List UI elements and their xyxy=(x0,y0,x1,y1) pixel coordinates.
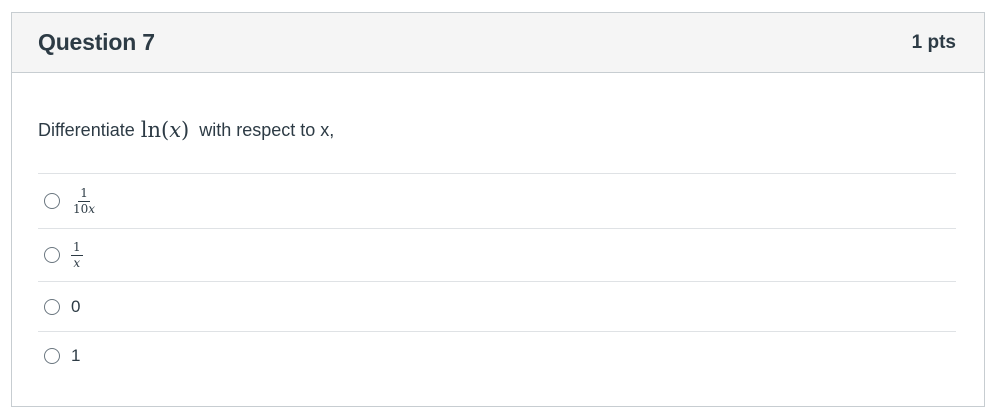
answer-radio-button[interactable] xyxy=(44,298,60,315)
answer-option[interactable]: 0 xyxy=(38,282,956,332)
quiz-question-card: Question 7 1 pts Differentiate ln(x) wit… xyxy=(11,12,985,407)
prompt-text-before: Differentiate xyxy=(38,119,135,140)
question-body: Differentiate ln(x) with respect to x, 1… xyxy=(12,73,984,380)
answer-option[interactable]: 1 xyxy=(38,332,956,380)
fraction-numerator: 1 xyxy=(71,239,83,256)
denominator-variable: x xyxy=(88,201,96,216)
answer-fraction: 1 10x xyxy=(71,185,97,216)
denominator-digits: 10 xyxy=(73,201,89,216)
answer-fraction: 1 x xyxy=(71,239,83,270)
answer-option[interactable]: 1 10x xyxy=(38,174,956,229)
question-prompt: Differentiate ln(x) with respect to x, xyxy=(38,73,956,174)
denominator-variable: x xyxy=(73,255,81,270)
fraction-denominator: 10x xyxy=(71,202,97,216)
prompt-math-expression: ln(x) xyxy=(140,118,190,142)
answer-label: 1 xyxy=(71,346,81,365)
question-title: Question 7 xyxy=(38,29,155,55)
fraction-numerator: 1 xyxy=(78,185,90,202)
answer-radio-button[interactable] xyxy=(44,193,60,209)
fraction-denominator: x xyxy=(71,256,82,270)
answer-radio-button[interactable] xyxy=(44,348,60,364)
answer-label: 0 xyxy=(71,296,81,316)
question-points: 1 pts xyxy=(911,31,956,53)
answer-radio-button[interactable] xyxy=(44,247,60,263)
math-variable: x xyxy=(169,118,182,142)
answer-option[interactable]: 1 x xyxy=(38,229,956,282)
question-header: Question 7 1 pts xyxy=(12,13,984,73)
prompt-text-after: with respect to x, xyxy=(199,119,335,140)
math-function: ln xyxy=(140,118,161,142)
